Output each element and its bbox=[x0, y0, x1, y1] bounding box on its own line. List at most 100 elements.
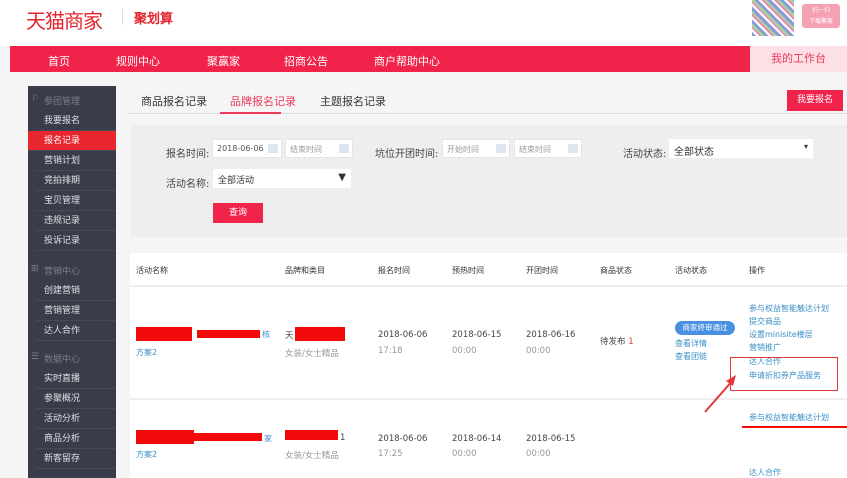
sidebar-item[interactable]: 营销管理 bbox=[36, 301, 116, 321]
status-label: 活动状态: bbox=[623, 149, 667, 160]
brand-name: 1 bbox=[340, 433, 346, 443]
calendar-icon[interactable] bbox=[568, 144, 578, 153]
tmall-logo[interactable]: 天猫商家 bbox=[26, 5, 103, 34]
sidebar-group-title: 参团管理 bbox=[44, 97, 81, 107]
redaction bbox=[136, 327, 192, 341]
sidebar-item[interactable]: 活动分析 bbox=[36, 409, 116, 429]
op-link[interactable]: 设置minisite楼层 bbox=[749, 329, 813, 340]
sidebar-item[interactable]: 实时直播 bbox=[36, 369, 116, 389]
activity-name-select[interactable]: 全部活动 ▼ bbox=[213, 169, 351, 188]
view-group-link[interactable]: 查看团链 bbox=[675, 351, 707, 362]
redaction bbox=[190, 433, 262, 441]
op-link[interactable]: 营销推广 bbox=[749, 342, 781, 353]
category: 女装/女士精品 bbox=[285, 349, 339, 359]
sidebar-item[interactable]: 竞拍排期 bbox=[36, 171, 116, 191]
nav-workspace[interactable]: 我的工作台 bbox=[750, 46, 847, 72]
reg-date: 2018-06-06 bbox=[378, 330, 428, 340]
reg-end-input[interactable]: 结束时间 bbox=[285, 139, 353, 158]
tab-product-records[interactable]: 商品报名记录 bbox=[141, 93, 207, 109]
reg-start-value: 2018-06-06 bbox=[217, 144, 264, 153]
product-count: 1 bbox=[628, 337, 634, 347]
nav-home[interactable]: 首页 bbox=[48, 53, 70, 69]
sidebar-group-title: 营销中心 bbox=[44, 267, 81, 277]
list-icon: ☰ bbox=[31, 352, 40, 362]
open-time: 00:00 bbox=[526, 449, 551, 459]
activity-name-link[interactable]: 家 bbox=[264, 433, 272, 444]
category: 女装/女士精品 bbox=[285, 451, 339, 461]
col-header: 活动状态 bbox=[675, 266, 707, 275]
nav-rules[interactable]: 规则中心 bbox=[116, 53, 160, 69]
col-header: 预热时间 bbox=[452, 266, 484, 275]
calendar-icon[interactable] bbox=[339, 144, 349, 153]
slot-start-input[interactable]: 开始时间 bbox=[442, 139, 510, 158]
product-status-text: 待发布 bbox=[600, 337, 626, 347]
op-link[interactable]: 参与权益智能触达计划 bbox=[749, 412, 829, 423]
sidebar-group-title: 数据中心 bbox=[44, 355, 81, 365]
preheat-date: 2018-06-14 bbox=[452, 434, 502, 444]
sidebar-item[interactable]: 商品分析 bbox=[36, 429, 116, 449]
slot-time-label: 坑位开团时间: bbox=[375, 149, 439, 160]
brand-name: 天 bbox=[285, 331, 294, 341]
plan-link[interactable]: 方案2 bbox=[136, 347, 157, 358]
sidebar-item[interactable]: 我要报名 bbox=[36, 111, 116, 131]
tab-brand-records[interactable]: 品牌报名记录 bbox=[230, 93, 296, 109]
reg-date: 2018-06-06 bbox=[378, 434, 428, 444]
chevron-down-icon: ▼ bbox=[338, 172, 346, 183]
annotation-arrow-icon bbox=[704, 375, 736, 413]
op-link[interactable]: 提交商品 bbox=[749, 316, 781, 327]
col-header: 报名时间 bbox=[378, 266, 410, 275]
status-badge: 商家终审通过 bbox=[675, 321, 735, 335]
nav-help[interactable]: 商户帮助中心 bbox=[374, 53, 440, 69]
sidebar-item[interactable]: 新客留存 bbox=[36, 449, 116, 469]
redaction bbox=[285, 430, 338, 440]
sidebar-group-marketing: ⊞ 营销中心 bbox=[28, 264, 116, 277]
preheat-date: 2018-06-15 bbox=[452, 330, 502, 340]
juhuasuan-logo[interactable]: 聚划算 bbox=[134, 8, 173, 27]
sidebar-item[interactable]: 宝贝管理 bbox=[36, 191, 116, 211]
redaction bbox=[197, 330, 260, 338]
signup-button[interactable]: 我要报名 bbox=[787, 90, 843, 111]
slot-end-input[interactable]: 结束时间 bbox=[514, 139, 582, 158]
qr-code bbox=[752, 0, 794, 36]
preheat-time: 00:00 bbox=[452, 346, 477, 356]
status-select[interactable]: 全部状态 ▾ bbox=[669, 139, 813, 158]
op-link[interactable]: 达人合作 bbox=[749, 467, 781, 478]
sidebar-item[interactable]: 违规记录 bbox=[36, 211, 116, 231]
redaction bbox=[136, 430, 194, 444]
slot-end-placeholder: 结束时间 bbox=[519, 145, 551, 154]
tab-active-underline bbox=[220, 112, 281, 114]
status-value: 全部状态 bbox=[674, 147, 714, 158]
query-button[interactable]: 查询 bbox=[213, 203, 263, 223]
activity-name-link[interactable]: 核 bbox=[262, 329, 270, 340]
top-header: 天猫商家 聚划算 扫一扫下载聚客 bbox=[0, 0, 847, 46]
nav-juyingjia[interactable]: 聚赢家 bbox=[207, 53, 240, 69]
tab-theme-records[interactable]: 主题报名记录 bbox=[320, 93, 386, 109]
col-header: 品牌和类目 bbox=[285, 266, 325, 275]
qr-badge-line: 下载聚客 bbox=[808, 18, 833, 25]
annotation-highlight-box bbox=[730, 357, 838, 391]
nav-announcements[interactable]: 招商公告 bbox=[284, 53, 328, 69]
sidebar-group-team: ⚐ 参团管理 bbox=[28, 94, 116, 107]
plan-link[interactable]: 方案2 bbox=[136, 449, 157, 460]
op-link[interactable]: 参与权益智能触达计划 bbox=[749, 303, 829, 314]
redaction bbox=[742, 426, 847, 428]
calendar-icon[interactable] bbox=[496, 144, 506, 153]
sidebar-item[interactable]: 营销计划 bbox=[36, 151, 116, 171]
view-details-link[interactable]: 查看详情 bbox=[675, 338, 707, 349]
reg-time: 17:18 bbox=[378, 346, 403, 356]
sidebar-item[interactable]: 达人合作 bbox=[36, 321, 116, 341]
calendar-icon[interactable] bbox=[268, 144, 278, 153]
qr-badge: 扫一扫 下载聚客 bbox=[802, 4, 840, 28]
sidebar-item-active[interactable]: 报名记录 bbox=[28, 131, 116, 151]
sidebar: ⚐ 参团管理 我要报名 报名记录 营销计划 竞拍排期 宝贝管理 违规记录 投诉记录… bbox=[28, 86, 116, 478]
reg-start-input[interactable]: 2018-06-06 bbox=[212, 139, 282, 158]
open-date: 2018-06-16 bbox=[526, 330, 576, 340]
qr-badge-line: 扫一扫 bbox=[811, 7, 830, 14]
sidebar-item[interactable]: 参聚概况 bbox=[36, 389, 116, 409]
col-header: 开团时间 bbox=[526, 266, 558, 275]
open-date: 2018-06-15 bbox=[526, 434, 576, 444]
sidebar-item[interactable]: 投诉记录 bbox=[36, 231, 116, 251]
open-time: 00:00 bbox=[526, 346, 551, 356]
sidebar-item[interactable]: 创建营销 bbox=[36, 281, 116, 301]
reg-time-label: 报名时间: bbox=[166, 149, 210, 160]
